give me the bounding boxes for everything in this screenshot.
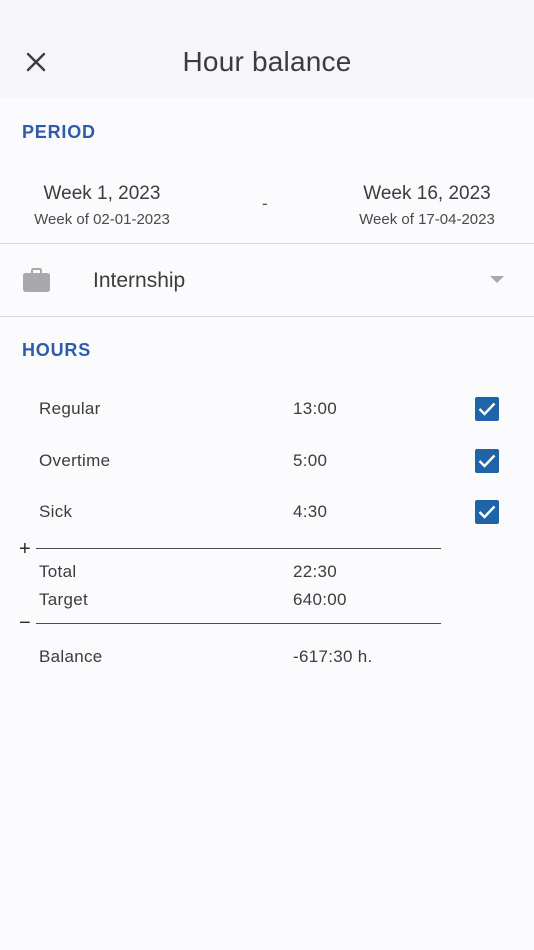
hours-row-sick: Sick 4:30 — [0, 498, 534, 528]
briefcase-icon — [23, 268, 50, 292]
total-label: Total — [39, 562, 77, 581]
period-end-date: Week of 17-04-2023 — [359, 211, 495, 228]
job-selector[interactable]: Internship — [0, 244, 534, 316]
checkmark-icon — [478, 402, 496, 416]
period-start-week: Week 1, 2023 — [43, 183, 161, 204]
balance-row: Balance -617:30 h. — [0, 643, 534, 673]
target-value: 640:00 — [293, 590, 347, 609]
difference-line — [36, 623, 441, 624]
hours-row-label: Overtime — [39, 451, 111, 470]
overtime-checkbox[interactable] — [475, 449, 499, 473]
page-title: Hour balance — [182, 46, 352, 77]
header-bar: Hour balance — [0, 0, 534, 98]
hours-row-label: Regular — [39, 399, 101, 418]
hours-row-overtime: Overtime 5:00 — [0, 447, 534, 477]
sick-checkbox[interactable] — [475, 500, 499, 524]
hours-row-value: 4:30 — [293, 502, 328, 521]
job-label: Internship — [93, 269, 186, 292]
regular-checkbox[interactable] — [475, 397, 499, 421]
sum-line — [36, 548, 441, 549]
period-separator: - — [262, 194, 268, 213]
period-end-week: Week 16, 2023 — [363, 183, 491, 204]
divider — [0, 316, 534, 317]
plus-sign: + — [19, 538, 31, 560]
hours-section-label: HOURS — [22, 340, 92, 360]
minus-sign: − — [19, 612, 31, 634]
hours-row-regular: Regular 13:00 — [0, 395, 534, 425]
hours-row-value: 5:00 — [293, 451, 328, 470]
total-value: 22:30 — [293, 562, 338, 581]
checkmark-icon — [478, 505, 496, 519]
balance-label: Balance — [39, 647, 103, 666]
target-label: Target — [39, 590, 89, 609]
dropdown-arrow-icon[interactable] — [490, 276, 504, 284]
checkmark-icon — [478, 454, 496, 468]
period-start-date: Week of 02-01-2023 — [34, 211, 170, 228]
period-end[interactable]: Week 16, 2023 Week of 17-04-2023 — [342, 183, 512, 228]
period-section-label: PERIOD — [22, 122, 96, 142]
period-start[interactable]: Week 1, 2023 Week of 02-01-2023 — [22, 183, 182, 228]
hours-row-value: 13:00 — [293, 399, 338, 418]
balance-value: -617:30 h. — [293, 647, 373, 666]
total-row: Total 22:30 — [0, 558, 534, 588]
hours-row-label: Sick — [39, 502, 73, 521]
target-row: Target 640:00 — [0, 586, 534, 616]
